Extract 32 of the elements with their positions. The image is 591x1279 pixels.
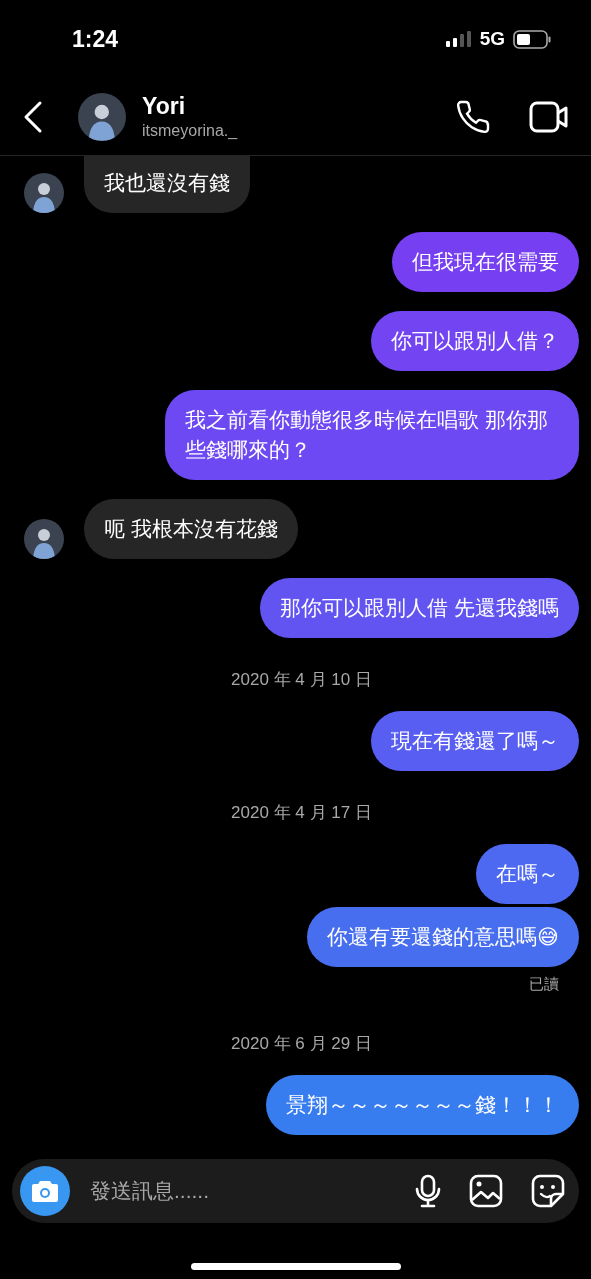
network-label: 5G [479, 28, 505, 50]
profile-avatar[interactable] [78, 92, 126, 141]
message-bubble: 那你可以跟別人借 先還我錢嗎 [260, 578, 579, 638]
date-separator: 2020 年 6 月 29 日 [231, 1033, 372, 1055]
contact-avatar[interactable] [24, 519, 64, 559]
status-time: 1:24 [72, 25, 119, 53]
phone-call-button[interactable] [455, 98, 491, 135]
gallery-button[interactable] [469, 1174, 503, 1208]
battery-icon [513, 29, 551, 49]
message-bubble: 景翔～～～～～～～錢！！！ [266, 1075, 579, 1135]
date-separator: 2020 年 4 月 10 日 [231, 669, 372, 691]
message-bubble: 你還有要還錢的意思嗎😅 [307, 907, 579, 967]
video-call-button[interactable] [529, 99, 569, 134]
sticker-button[interactable] [531, 1174, 565, 1208]
message-bubble: 我也還沒有錢 [84, 156, 250, 213]
camera-icon [31, 1179, 59, 1203]
read-receipt: 已讀 [529, 975, 559, 994]
message-bubble: 呃 我根本沒有花錢 [84, 499, 298, 559]
message-input[interactable]: 發送訊息...... [88, 1178, 397, 1204]
date-separator: 2020 年 4 月 17 日 [231, 802, 372, 824]
microphone-button[interactable] [415, 1174, 441, 1208]
contact-username: itsmeyorina._ [142, 122, 239, 140]
signal-icon [445, 31, 472, 47]
contact-name: Yori [142, 93, 187, 120]
message-bubble: 我之前看你動態很多時候在唱歌 那你那些錢哪來的？ [165, 390, 579, 480]
back-button[interactable] [22, 99, 44, 134]
message-bubble: 現在有錢還了嗎～ [371, 711, 579, 771]
message-bubble: 在嗎～ [476, 844, 579, 904]
message-bubble: 但我現在很需要 [392, 232, 579, 292]
camera-button[interactable] [20, 1166, 70, 1216]
contact-avatar[interactable] [24, 173, 64, 213]
message-bubble: 你可以跟別人借？ [371, 311, 579, 371]
